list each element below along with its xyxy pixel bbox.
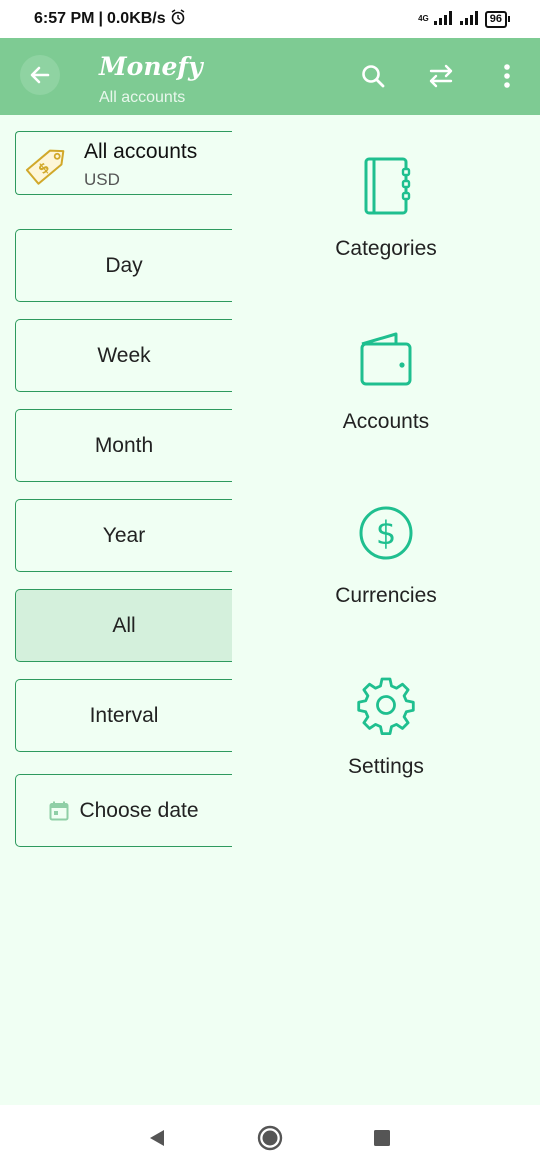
calendar-icon [49, 801, 69, 820]
period-label: Interval [89, 703, 159, 727]
price-tag-icon: $ [25, 149, 65, 185]
status-time: 6:57 PM [34, 10, 95, 27]
menu-label: Currencies [335, 584, 437, 607]
alarm-icon [170, 8, 186, 30]
arrow-left-icon [30, 66, 50, 84]
period-label: All [112, 613, 136, 637]
menu-item-categories[interactable]: Categories [270, 155, 502, 261]
svg-text:$: $ [376, 514, 396, 552]
account-name: All accounts [84, 140, 198, 163]
period-label: Year [102, 523, 146, 547]
period-label: Day [105, 253, 143, 277]
gear-icon [357, 677, 415, 735]
search-icon [362, 65, 385, 88]
app-bar-subtitle: All accounts [99, 89, 186, 106]
nav-back-button[interactable] [144, 1125, 170, 1151]
back-button[interactable] [20, 55, 60, 95]
status-bar: 6:57 PM | 0.0KB/s 4G 96 [0, 0, 540, 38]
period-week-button[interactable]: Week [15, 319, 232, 392]
home-circle-icon [257, 1125, 283, 1151]
square-recents-icon [374, 1130, 390, 1146]
status-left: 6:57 PM | 0.0KB/s [34, 8, 186, 30]
period-label: Month [94, 433, 154, 457]
menu-label: Settings [348, 755, 424, 778]
search-button[interactable] [357, 60, 389, 92]
menu-label: Categories [335, 237, 437, 260]
status-right: 4G 96 [418, 10, 510, 28]
app-bar: Monefy All accounts [0, 38, 540, 115]
period-label: Week [97, 343, 151, 367]
signal-icon-2 [459, 10, 479, 28]
account-currency: USD [84, 170, 120, 189]
status-speed: 0.0KB/s [106, 10, 166, 27]
transfer-button[interactable] [425, 60, 457, 92]
account-selector[interactable]: $ All accounts USD [15, 131, 232, 195]
period-year-button[interactable]: Year [15, 499, 232, 572]
more-options-button[interactable] [491, 60, 523, 92]
signal-icon [433, 10, 453, 28]
period-day-button[interactable]: Day [15, 229, 232, 302]
battery-level: 96 [484, 10, 507, 28]
period-month-button[interactable]: Month [15, 409, 232, 482]
menu-item-accounts[interactable]: Accounts [270, 330, 502, 434]
menu-item-settings[interactable]: Settings [270, 675, 502, 779]
period-interval-button[interactable]: Interval [15, 679, 232, 752]
choose-date-button[interactable]: Choose date [15, 774, 232, 847]
triangle-back-icon [150, 1130, 164, 1146]
network-type: 4G [418, 14, 429, 23]
app-brand-logo: Monefy [99, 52, 203, 81]
menu-item-currencies[interactable]: $ Currencies [270, 504, 502, 608]
wallet-icon [360, 332, 412, 386]
more-vertical-icon [504, 64, 510, 88]
system-nav-bar [0, 1105, 540, 1170]
nav-recents-button[interactable] [369, 1125, 395, 1151]
nav-home-button[interactable] [257, 1125, 283, 1151]
menu-label: Accounts [342, 410, 430, 433]
dollar-circle-icon: $ [359, 506, 413, 560]
status-separator: | [98, 10, 103, 27]
battery-icon: 96 [484, 10, 510, 28]
notebook-icon [364, 157, 411, 215]
choose-date-label: Choose date [79, 798, 199, 822]
period-all-button[interactable]: All [15, 589, 232, 662]
transfer-arrows-icon [429, 64, 453, 88]
